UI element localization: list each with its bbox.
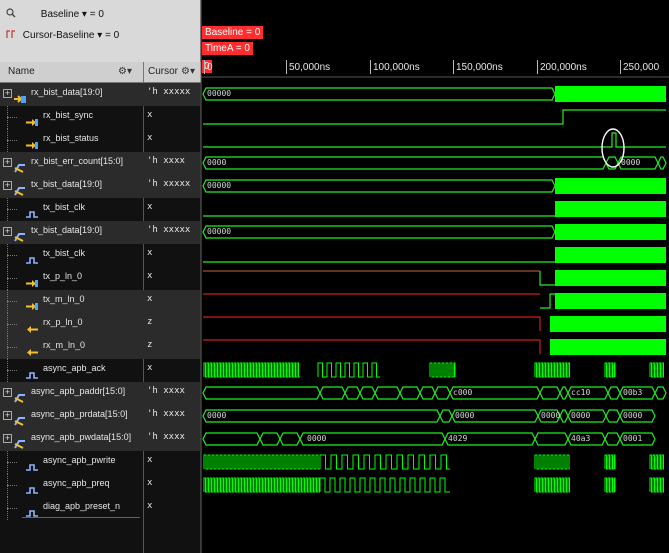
logic-wave (540, 293, 555, 309)
waveform-viewer: Baseline ▾ = 0 Cursor-Baseline ▾ = 0 Nam… (0, 0, 669, 553)
bus-wave (344, 386, 361, 400)
bus-wave (259, 432, 281, 446)
bus-wave (279, 432, 301, 446)
bus-wave (202, 179, 556, 193)
wave-value: 0000 (207, 158, 227, 167)
clock-wave (429, 362, 456, 378)
bus-wave (534, 432, 569, 446)
bus-wave (439, 409, 453, 423)
wave-value: 0000 (207, 411, 227, 420)
bus-wave (359, 386, 376, 400)
bus-wave (202, 225, 556, 239)
bus-wave (202, 409, 441, 423)
clock-wave (203, 477, 320, 493)
waveform-canvas[interactable] (0, 0, 669, 553)
bus-wave (319, 386, 346, 400)
wave-value: 00000 (207, 181, 232, 190)
wave-value: 00000 (207, 89, 232, 98)
bus-wave-active (555, 270, 666, 286)
clock-wave (534, 362, 570, 378)
bus-wave (539, 386, 561, 400)
clock-wave (534, 454, 570, 470)
bus-wave (202, 156, 607, 170)
wave-value: 0000 (455, 411, 475, 420)
wave-value: c000 (453, 388, 473, 397)
bus-wave (202, 386, 321, 400)
bus-wave (654, 386, 667, 400)
clock-wave (649, 454, 664, 470)
wave-value: 00b3 (623, 388, 643, 397)
bus-wave-active (555, 224, 666, 240)
clock-wave (317, 362, 380, 378)
clock-wave (649, 477, 664, 493)
bus-wave-active (555, 293, 666, 309)
wave-value: 00000 (207, 227, 232, 236)
bus-wave (434, 386, 451, 400)
wave-value: 0000 (623, 411, 643, 420)
bus-wave-active (555, 247, 666, 263)
wave-value: cc10 (571, 388, 591, 397)
clock-wave (319, 477, 450, 493)
bus-wave-active (555, 86, 666, 102)
clock-wave (534, 477, 570, 493)
clock-wave (604, 362, 616, 378)
bus-wave-active (555, 201, 666, 217)
clock-wave (604, 454, 616, 470)
logic-wave (203, 339, 541, 354)
logic-wave (203, 132, 666, 148)
wave-value: 0000 (307, 434, 327, 443)
bus-wave (399, 386, 421, 400)
wave-value: 0000 (621, 158, 641, 167)
clock-wave (604, 477, 616, 493)
logic-wave (203, 109, 666, 125)
bus-wave (202, 432, 261, 446)
bus-wave (419, 386, 436, 400)
wave-value: 0000 (541, 411, 561, 420)
bus-wave (559, 386, 569, 400)
bus-wave-active (555, 178, 666, 194)
bus-wave-active (550, 316, 666, 332)
wave-value: 0001 (623, 434, 643, 443)
bus-wave (559, 409, 569, 423)
wave-value: 40a3 (571, 434, 591, 443)
bus-wave (374, 386, 401, 400)
logic-wave (203, 316, 541, 331)
wave-value: 4029 (448, 434, 468, 443)
bus-wave (202, 87, 556, 101)
bus-wave (604, 432, 621, 446)
wave-value: 0000 (571, 411, 591, 420)
clock-wave (649, 362, 664, 378)
bus-wave (657, 156, 667, 170)
bus-wave-active (550, 339, 666, 355)
clock-wave (203, 454, 320, 470)
logic-wave (539, 271, 555, 286)
clock-wave (319, 454, 450, 470)
clock-wave (203, 362, 300, 378)
bus-wave (605, 409, 621, 423)
bus-wave (607, 386, 621, 400)
